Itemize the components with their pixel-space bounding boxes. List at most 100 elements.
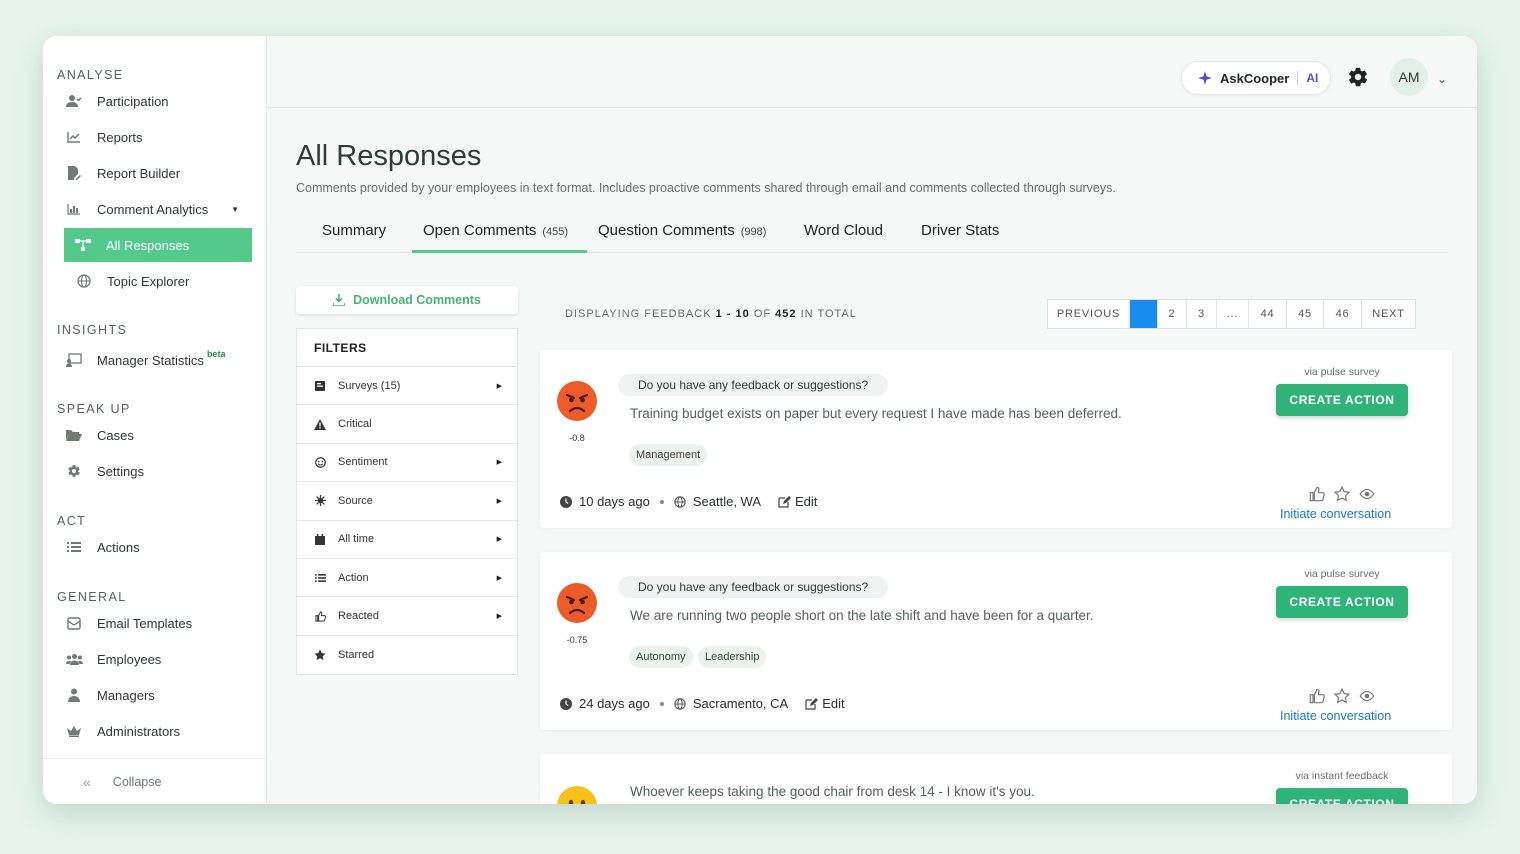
filter-label: Starred <box>338 648 375 661</box>
collapse-button[interactable]: « Collapse <box>43 758 267 804</box>
eye-icon[interactable] <box>1359 486 1375 502</box>
tab-label: Summary <box>322 222 387 239</box>
comment-location: Sacramento, CA <box>692 696 789 711</box>
star-icon <box>314 649 326 661</box>
globe-icon <box>75 274 93 288</box>
create-action-button[interactable]: CREATE ACTION <box>1276 788 1408 804</box>
section-speak-up: SPEAK UP <box>57 402 131 416</box>
sidebar-item-topic-explorer[interactable]: Topic Explorer <box>65 264 253 298</box>
filter-reacted[interactable]: Reacted ▶ <box>297 597 517 636</box>
envelope-icon <box>65 616 83 630</box>
initiate-conversation-link[interactable]: Initiate conversation <box>1280 507 1391 521</box>
sidebar-item-label: Topic Explorer <box>107 273 190 289</box>
filter-sentiment[interactable]: Sentiment ▶ <box>297 444 517 483</box>
display-count: DISPLAYING FEEDBACK 1 - 10 OF 452 IN TOT… <box>565 308 857 320</box>
page-3[interactable]: 3 <box>1187 300 1217 328</box>
page-next[interactable]: NEXT <box>1362 300 1415 328</box>
sidebar-item-actions[interactable]: Actions <box>65 530 253 564</box>
sidebar-item-reports[interactable]: Reports <box>65 120 253 154</box>
filter-source[interactable]: Source ▶ <box>297 482 517 521</box>
sidebar-item-all-responses[interactable]: All Responses <box>64 228 252 262</box>
sidebar-item-employees[interactable]: Employees <box>65 642 253 676</box>
filter-critical[interactable]: Critical <box>297 405 517 444</box>
tag-chip[interactable]: Leadership <box>698 646 767 668</box>
page-1[interactable]: 1 <box>1130 300 1158 328</box>
section-act: ACT <box>57 514 87 528</box>
thumbs-up-icon[interactable] <box>1309 688 1325 704</box>
tab-label: Driver Stats <box>921 222 1000 239</box>
filter-label: Reacted <box>338 610 379 623</box>
chevron-down-icon[interactable]: ⌄ <box>1437 72 1447 86</box>
comment-card: -0.75 Do you have any feedback or sugges… <box>540 552 1452 730</box>
tab-bar: Summary Open Comments (455) Question Comm… <box>296 212 1448 253</box>
line-chart-icon <box>65 130 83 144</box>
crown-icon <box>65 724 83 738</box>
eye-icon[interactable] <box>1359 688 1375 704</box>
filter-starred[interactable]: Starred <box>297 636 517 674</box>
sidebar-item-label: Comment Analytics <box>97 201 209 217</box>
comment-time: 10 days ago <box>579 494 650 509</box>
sidebar-item-participation[interactable]: Participation <box>65 84 253 118</box>
sidebar-item-label: Administrators <box>97 723 181 739</box>
bar-chart-icon <box>65 202 83 216</box>
star-icon[interactable] <box>1334 486 1350 502</box>
sidebar-item-report-builder[interactable]: Report Builder <box>65 156 253 190</box>
caret-right-icon: ▶ <box>496 574 502 582</box>
create-action-button[interactable]: CREATE ACTION <box>1276 384 1408 416</box>
tag-chip[interactable]: Autonomy <box>629 646 693 668</box>
sidebar-item-administrators[interactable]: Administrators <box>65 714 253 748</box>
page-2[interactable]: 2 <box>1158 300 1187 328</box>
sidebar-item-managers[interactable]: Managers <box>65 678 253 712</box>
tab-label: Question Comments <box>598 222 735 239</box>
initiate-conversation-link[interactable]: Initiate conversation <box>1280 709 1391 723</box>
filters-panel: FILTERS Surveys (15) ▶ Critical Sentiment… <box>296 328 518 676</box>
sidebar-item-label: Report Builder <box>97 165 181 181</box>
sidebar-item-manager-statistics[interactable]: Manager Statistics beta <box>65 343 253 377</box>
filter-surveys[interactable]: Surveys (15) ▶ <box>297 367 517 406</box>
sidebar-item-settings[interactable]: Settings <box>65 454 253 488</box>
edit-button[interactable]: Edit <box>778 494 817 509</box>
pagination: PREVIOUS 1 2 3 ... 44 45 46 NEXT <box>1047 299 1416 329</box>
edit-label: Edit <box>822 696 845 711</box>
caret-down-icon: ▼ <box>231 204 239 214</box>
topbar: AskCooper AI AM ⌄ <box>267 36 1477 108</box>
source-label: via pulse survey <box>1304 366 1380 378</box>
tab-word-cloud[interactable]: Word Cloud <box>804 222 883 239</box>
page-44[interactable]: 44 <box>1249 300 1287 328</box>
page-45[interactable]: 45 <box>1287 300 1324 328</box>
page-title: All Responses <box>296 140 482 172</box>
tab-summary[interactable]: Summary <box>322 222 386 239</box>
sidebar-item-cases[interactable]: Cases <box>65 418 253 452</box>
comment-text: Whoever keeps taking the good chair from… <box>630 784 1035 799</box>
globe-icon <box>674 495 686 508</box>
tag-chip[interactable]: Management <box>629 444 708 466</box>
page-46[interactable]: 46 <box>1324 300 1362 328</box>
page-previous[interactable]: PREVIOUS <box>1048 300 1130 328</box>
caret-right-icon: ▶ <box>496 497 502 505</box>
edit-button[interactable]: Edit <box>805 696 845 711</box>
download-comments-button[interactable]: Download Comments <box>296 286 518 314</box>
create-action-button[interactable]: CREATE ACTION <box>1276 586 1408 618</box>
smile-icon <box>314 457 326 468</box>
tab-question-comments[interactable]: Question Comments (998) <box>598 222 766 239</box>
display-suffix: IN TOTAL <box>800 308 857 320</box>
settings-gear-icon[interactable] <box>1347 66 1371 90</box>
caret-right-icon: ▶ <box>496 382 502 390</box>
sidebar-item-email-templates[interactable]: Email Templates <box>65 606 253 640</box>
askcooper-button[interactable]: AskCooper AI <box>1181 61 1331 95</box>
tab-open-comments[interactable]: Open Comments (455) <box>423 222 568 239</box>
tab-label: Open Comments <box>423 222 537 239</box>
thumbs-up-icon[interactable] <box>1309 486 1325 502</box>
sidebar-item-comment-analytics[interactable]: Comment Analytics ▼ <box>65 192 253 226</box>
gear-icon <box>65 464 83 478</box>
askcooper-label: AskCooper <box>1220 70 1290 86</box>
comment-text: Training budget exists on paper but ever… <box>630 406 1122 421</box>
filter-all-time[interactable]: All time ▶ <box>297 521 517 559</box>
reaction-icons <box>1309 486 1375 502</box>
star-icon[interactable] <box>1334 688 1350 704</box>
tab-driver-stats[interactable]: Driver Stats <box>921 222 999 239</box>
avatar[interactable]: AM <box>1390 58 1428 96</box>
clock-icon <box>560 697 572 710</box>
filter-action[interactable]: Action ▶ <box>297 559 517 598</box>
double-chevron-left-icon: « <box>83 773 91 790</box>
